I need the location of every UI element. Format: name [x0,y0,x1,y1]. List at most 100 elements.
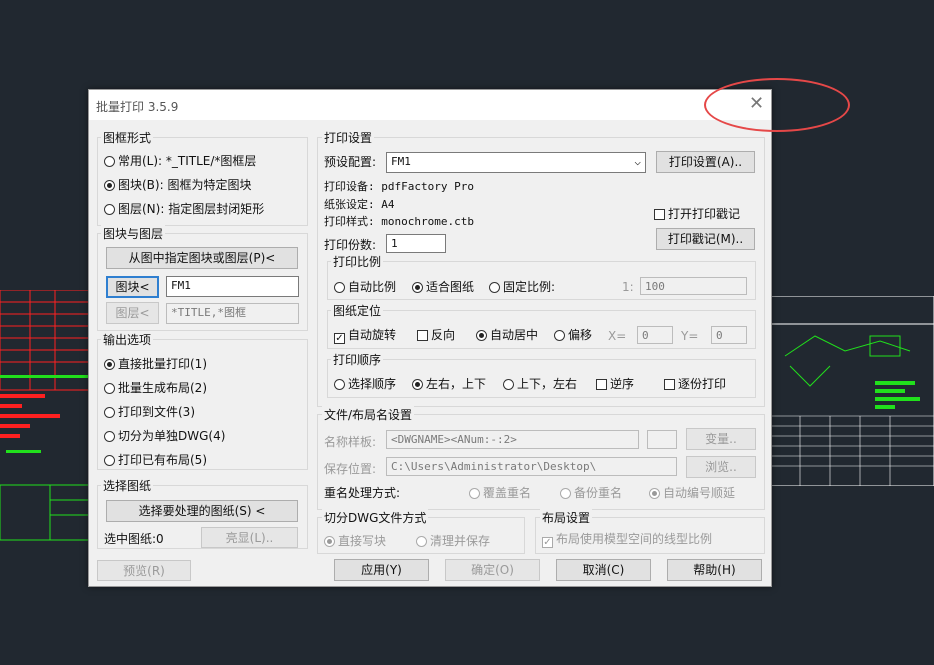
scale-fixed-radio[interactable]: 固定比例: [489,278,555,295]
copies-field[interactable]: 1 [386,234,446,253]
output-direct-print-radio[interactable]: 直接批量打印(1) [104,355,207,372]
checkbox-icon [417,330,428,341]
frame-style-layer-radio[interactable]: 图层(N): 指定图层封闭矩形 [104,200,264,217]
print-setup-button[interactable]: 打印设置(A).. [656,151,755,173]
model-linetype-checkbox[interactable]: ✓ 布局使用模型空间的线型比例 [542,530,712,548]
frame-style-legend: 图框形式 [101,129,154,146]
radio-icon [104,204,115,215]
batch-print-dialog: 批量打印 3.5.9 ✕ 图框形式 常用(L): *_TITLE/*图框层 图块… [88,89,772,587]
auto-rotate-checkbox[interactable]: ✓ 自动旋转 [334,326,396,344]
preset-label: 预设配置: [324,155,377,169]
offset-x-field[interactable]: 0 [637,326,673,344]
reverse-order-checkbox[interactable]: 逆序 [596,375,634,392]
rename-autonumber-radio[interactable]: 自动编号顺延 [649,484,735,501]
radio-selected-icon [104,180,115,191]
layer-name-field[interactable]: *TITLE,*图框 [166,303,299,324]
save-location-label: 保存位置: [324,462,377,476]
radio-icon [334,282,345,293]
preview-button[interactable]: 预览(R) [97,560,191,581]
paper-setting-text: 纸张设定: A4 [324,198,395,211]
auto-center-radio[interactable]: 自动居中 [476,326,538,343]
browse-button[interactable]: 浏览.. [686,456,756,478]
print-stamp-button[interactable]: 打印戳记(M).. [656,228,755,250]
output-batch-layout-radio[interactable]: 批量生成布局(2) [104,379,207,396]
radio-icon [334,379,345,390]
print-scale-legend: 打印比例 [331,253,384,270]
print-settings-legend: 打印设置 [322,129,375,146]
radio-icon [104,455,115,466]
output-existing-layout-radio[interactable]: 打印已有布局(5) [104,451,207,468]
frame-style-block-radio[interactable]: 图块(B): 图框为特定图块 [104,176,251,193]
cad-drawing-left [0,290,90,541]
rename-method-label: 重名处理方式: [324,486,401,500]
output-split-dwg-radio[interactable]: 切分为单独DWG(4) [104,427,225,444]
block-name-field[interactable]: FM1 [166,276,299,297]
checkmark-icon: ✓ [542,537,553,548]
offset-radio[interactable]: 偏移 [554,326,592,343]
name-template-label: 名称样板: [324,435,377,449]
rename-overwrite-radio[interactable]: 覆盖重名 [469,484,531,501]
apply-button[interactable]: 应用(Y) [334,559,429,581]
variable-button[interactable]: 变量.. [686,428,756,450]
collate-checkbox[interactable]: 逐份打印 [664,375,726,392]
radio-icon [104,156,115,167]
radio-icon [104,407,115,418]
help-button[interactable]: 帮助(H) [667,559,762,581]
radio-selected-icon [412,282,423,293]
select-drawings-button[interactable]: 选择要处理的图纸(S) < [106,500,298,522]
radio-icon [469,488,480,499]
frame-style-common-radio[interactable]: 常用(L): *_TITLE/*图框层 [104,152,256,169]
positioning-legend: 图纸定位 [331,302,384,319]
cancel-button[interactable]: 取消(C) [556,559,651,581]
order-lr-tb-radio[interactable]: 左右，上下 [412,375,486,392]
rename-backup-radio[interactable]: 备份重名 [560,484,622,501]
save-location-field[interactable]: C:\Users\Administrator\Desktop\ [386,457,677,476]
radio-icon [416,536,427,547]
print-style-text: 打印样式: monochrome.ctb [324,215,474,228]
reverse-checkbox[interactable]: 反向 [417,326,455,343]
block-button[interactable]: 图块< [106,276,159,298]
order-tb-lr-radio[interactable]: 上下，左右 [503,375,577,392]
block-layer-legend: 图块与图层 [101,225,166,242]
radio-icon [560,488,571,499]
split-dwg-legend: 切分DWG文件方式 [322,509,429,526]
annotation-circle [704,78,850,132]
radio-selected-icon [649,488,660,499]
checkbox-icon [664,379,675,390]
title-bar: 批量打印 3.5.9 ✕ [89,90,771,120]
layer-button[interactable]: 图层< [106,302,159,324]
radio-icon [489,282,500,293]
checkmark-icon: ✓ [334,333,345,344]
order-selection-radio[interactable]: 选择顺序 [334,375,396,392]
scale-fit-radio[interactable]: 适合图纸 [412,278,474,295]
name-template-field[interactable]: <DWGNAME><ANum:-:2> [386,430,639,449]
ok-button[interactable]: 确定(O) [445,559,540,581]
layout-settings-legend: 布局设置 [540,509,593,526]
preset-dropdown[interactable]: FM1 ⌵ [386,152,646,173]
split-purge-save-radio[interactable]: 清理并保存 [416,532,490,549]
chevron-down-icon: ⌵ [634,155,641,168]
checkbox-icon [654,209,665,220]
pick-block-layer-button[interactable]: 从图中指定图块或图层(P)< [106,247,298,269]
print-device-text: 打印设备: pdfFactory Pro [324,180,474,193]
split-direct-write-radio[interactable]: 直接写块 [324,532,386,549]
radio-icon [503,379,514,390]
radio-icon [554,330,565,341]
scale-auto-radio[interactable]: 自动比例 [334,278,396,295]
name-extra-field[interactable] [647,430,677,449]
radio-selected-icon [104,359,115,370]
offset-y-field[interactable]: 0 [711,326,747,344]
radio-selected-icon [412,379,423,390]
output-print-file-radio[interactable]: 打印到文件(3) [104,403,195,420]
scale-ratio-label: 1: [622,280,634,294]
print-stamp-checkbox[interactable]: 打开打印戳记 [654,205,740,222]
output-options-legend: 输出选项 [101,331,154,348]
file-layout-legend: 文件/布局名设置 [322,406,415,423]
dialog-title: 批量打印 3.5.9 [96,100,179,114]
cad-drawing-right [770,296,934,486]
scale-ratio-field[interactable]: 100 [640,277,747,295]
radio-selected-icon [476,330,487,341]
selected-count-label: 选中图纸:0 [104,532,164,546]
copies-label: 打印份数: [324,238,377,252]
highlight-button[interactable]: 亮显(L).. [201,527,298,548]
